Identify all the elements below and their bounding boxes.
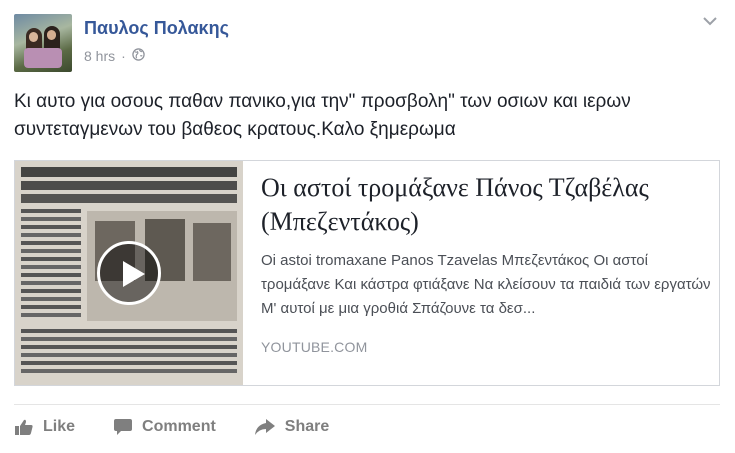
actions-divider — [14, 404, 720, 405]
share-label: Share — [284, 418, 330, 435]
link-source: YOUTUBE.COM — [261, 339, 368, 355]
play-icon[interactable] — [97, 241, 161, 305]
link-description: Oi astoi tromaxane Panos Tzavelas Μπεζεν… — [261, 252, 711, 317]
share-icon — [254, 419, 275, 435]
post-actions: Like Comment Share — [14, 413, 367, 441]
comment-button[interactable]: Comment — [113, 418, 216, 436]
link-text[interactable]: Οι αστοί τρομάξανε Πάνος Τζαβέλας (Μπεζε… — [261, 171, 711, 321]
author-avatar[interactable] — [14, 14, 72, 72]
facebook-post: Παυλος Πολακης 8 hrs · Κι αυτο για οσους… — [0, 0, 735, 453]
comment-label: Comment — [142, 418, 216, 435]
like-icon — [15, 419, 33, 435]
post-timestamp[interactable]: 8 hrs — [84, 48, 115, 64]
video-thumbnail[interactable] — [15, 161, 243, 385]
post-message: Κι αυτο για οσους παθαν πανικο,για την" … — [14, 91, 631, 140]
meta-separator: · — [121, 48, 126, 64]
author-name[interactable]: Παυλος Πολακης — [84, 18, 229, 39]
link-preview-card[interactable]: Οι αστοί τρομάξανε Πάνος Τζαβέλας (Μπεζε… — [14, 160, 720, 386]
avatar-face-right — [47, 30, 56, 40]
share-button[interactable]: Share — [254, 418, 329, 436]
globe-icon[interactable] — [132, 48, 145, 64]
comment-icon — [114, 419, 133, 435]
like-label: Like — [43, 418, 76, 435]
avatar-clothing — [24, 48, 62, 68]
post-meta: 8 hrs · — [84, 48, 145, 64]
like-button[interactable]: Like — [14, 418, 75, 436]
link-title[interactable]: Οι αστοί τρομάξανε Πάνος Τζαβέλας (Μπεζε… — [261, 171, 711, 239]
avatar-face-left — [29, 32, 38, 42]
chevron-down-icon[interactable] — [701, 14, 719, 28]
post-header: Παυλος Πολακης 8 hrs · — [14, 14, 714, 72]
play-triangle — [123, 261, 145, 287]
